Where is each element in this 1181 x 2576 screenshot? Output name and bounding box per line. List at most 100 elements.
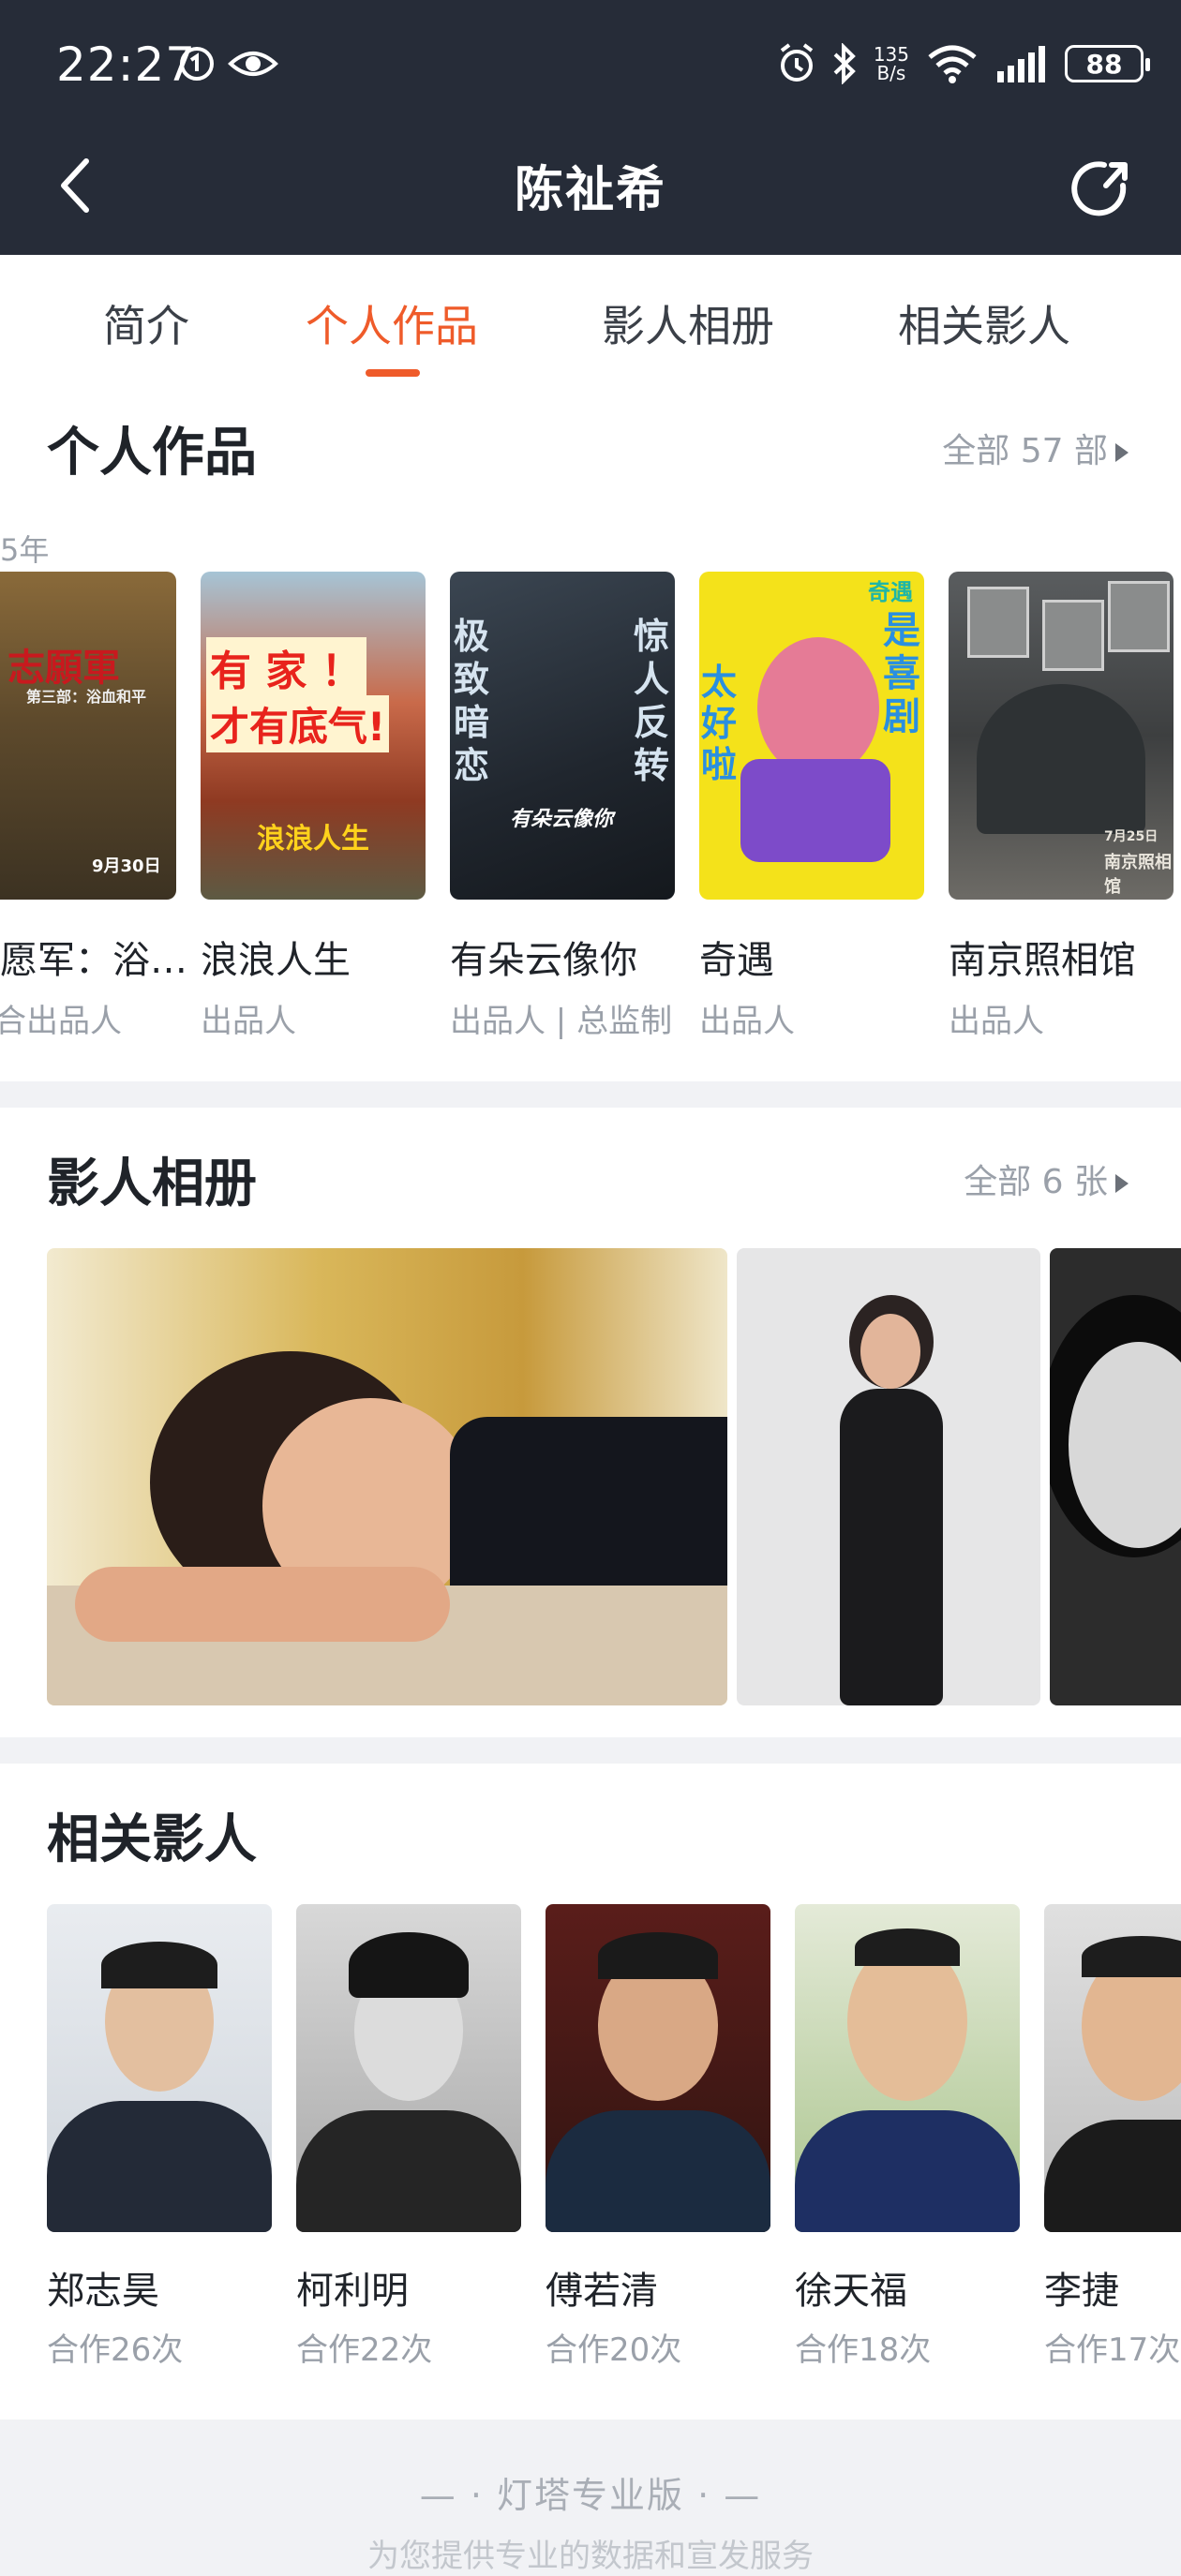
person-name-5[interactable]: 李捷 bbox=[1044, 2260, 1119, 2315]
album-photo-3[interactable] bbox=[1050, 1248, 1181, 1705]
work-title-1[interactable]: 愿军：浴… bbox=[0, 930, 187, 984]
poster-5-logo: 南京照相馆 bbox=[1104, 853, 1172, 897]
network-speed: 135 B/s bbox=[874, 45, 909, 82]
tab-bar: 简介 个人作品 影人相册 相关影人 bbox=[0, 255, 1181, 377]
status-time: 22:27 bbox=[56, 37, 197, 92]
bluetooth-icon bbox=[833, 43, 856, 84]
person-photo-3[interactable] bbox=[546, 1904, 770, 2232]
caret-right-icon bbox=[1115, 1174, 1129, 1193]
work-role-4: 出品人 bbox=[699, 1003, 795, 1040]
footer-brand: — · 灯塔专业版 · — bbox=[419, 2475, 762, 2516]
top-bar: 22:27 135 B/s 88 陈祉希 bbox=[0, 0, 1181, 255]
photo-1-arms bbox=[75, 1567, 450, 1642]
tab-works[interactable]: 个人作品 bbox=[306, 292, 478, 354]
poster-2-logo: 浪浪人生 bbox=[257, 823, 369, 856]
poster-2[interactable]: 有 家 ！ 才有底气! 浪浪人生 bbox=[201, 572, 426, 900]
signal-icon bbox=[997, 46, 1045, 82]
person-name-1[interactable]: 郑志昊 bbox=[47, 2260, 159, 2315]
person-3-suit bbox=[546, 2110, 770, 2232]
album-photo-1[interactable] bbox=[47, 1248, 727, 1705]
footer-brand-label: 灯塔专业版 bbox=[496, 2475, 684, 2516]
photo-2-dress bbox=[840, 1389, 943, 1705]
person-photo-2[interactable] bbox=[296, 1904, 521, 2232]
tab-album[interactable]: 影人相册 bbox=[602, 292, 774, 354]
share-button[interactable] bbox=[1069, 157, 1132, 225]
poster-3-left-text: 极致暗恋 bbox=[454, 616, 490, 786]
works-more-link[interactable]: 全部 57 部 bbox=[942, 424, 1129, 472]
person-name-4[interactable]: 徐天福 bbox=[795, 2260, 907, 2315]
work-title-3[interactable]: 有朵云像你 bbox=[450, 930, 637, 984]
work-title-5[interactable]: 南京照相馆 bbox=[949, 930, 1136, 984]
caret-right-icon bbox=[1115, 443, 1129, 462]
footer-subtitle: 为您提供专业的数据和宣发服务 bbox=[367, 2538, 814, 2575]
related-title: 相关影人 bbox=[47, 1809, 257, 1870]
status-left-icons bbox=[178, 45, 279, 82]
poster-3[interactable]: 极致暗恋 惊人反转 有朵云像你 bbox=[450, 572, 675, 900]
speed-unit: B/s bbox=[876, 62, 906, 84]
eye-icon bbox=[228, 52, 278, 76]
poster-3-right-text: 惊人反转 bbox=[634, 616, 670, 786]
person-2-hair bbox=[349, 1932, 469, 1998]
works-section: 个人作品 全部 57 部 5年 志願軍 第三部：浴血和平 9月30日 愿军：浴…… bbox=[0, 377, 1181, 1081]
share-icon bbox=[1071, 161, 1128, 216]
person-count-2: 合作22次 bbox=[296, 2331, 433, 2369]
person-name-3[interactable]: 傅若清 bbox=[546, 2260, 658, 2315]
alarm-icon bbox=[780, 43, 814, 82]
person-photo-4[interactable] bbox=[795, 1904, 1020, 2232]
works-title: 个人作品 bbox=[47, 423, 257, 484]
poster-5-figures bbox=[977, 684, 1145, 834]
work-role-2: 出品人 bbox=[201, 1003, 296, 1040]
battery-indicator: 88 bbox=[1065, 45, 1150, 82]
poster-1-subtitle: 第三部：浴血和平 bbox=[26, 688, 147, 706]
poster-4-body bbox=[740, 759, 890, 862]
poster-5-frame-3 bbox=[1108, 581, 1170, 652]
person-3-hair bbox=[598, 1932, 718, 1979]
poster-1[interactable]: 志願軍 第三部：浴血和平 9月30日 bbox=[0, 572, 176, 900]
person-4-suit bbox=[795, 2110, 1020, 2232]
speed-value: 135 bbox=[873, 43, 909, 66]
person-1-suit bbox=[47, 2101, 272, 2232]
person-5-hair bbox=[1082, 1936, 1181, 1977]
active-tab-indicator bbox=[366, 369, 420, 377]
work-role-3: 出品人 | 总监制 bbox=[450, 1003, 673, 1040]
person-photo-1[interactable] bbox=[47, 1904, 272, 2232]
poster-4-right-text: 是喜剧 bbox=[883, 609, 920, 738]
notification-icon bbox=[180, 47, 214, 81]
person-name-2[interactable]: 柯利明 bbox=[296, 2260, 409, 2315]
poster-3-logo: 有朵云像你 bbox=[510, 808, 614, 831]
album-photo-2[interactable] bbox=[737, 1248, 1040, 1705]
album-title: 影人相册 bbox=[47, 1154, 257, 1214]
tab-intro[interactable]: 简介 bbox=[103, 292, 189, 354]
poster-4[interactable]: 太好啦 是喜剧 奇遇 bbox=[699, 572, 924, 900]
poster-5-frame-1 bbox=[967, 587, 1029, 658]
year-label: 5年 bbox=[0, 532, 50, 568]
works-more-label: 全部 57 部 bbox=[942, 432, 1108, 470]
poster-4-logo: 奇遇 bbox=[868, 579, 913, 605]
poster-5[interactable]: 7月25日 南京照相馆 bbox=[949, 572, 1174, 900]
album-more-link[interactable]: 全部 6 张 bbox=[964, 1154, 1129, 1203]
photo-2-face bbox=[860, 1314, 920, 1389]
poster-4-face bbox=[757, 637, 879, 778]
person-count-3: 合作20次 bbox=[546, 2331, 682, 2369]
related-section: 相关影人 郑志昊 合作26次 柯利明 合作22次 傅若清 合作20次 徐天福 合… bbox=[0, 1764, 1181, 2420]
poster-4-left-text: 太好啦 bbox=[701, 662, 738, 785]
poster-5-date: 7月25日 bbox=[1104, 829, 1159, 844]
album-section: 影人相册 全部 6 张 bbox=[0, 1108, 1181, 1737]
person-photo-5[interactable] bbox=[1044, 1904, 1181, 2232]
status-right-icons: 135 B/s 88 bbox=[778, 43, 1150, 84]
page-title: 陈祉希 bbox=[514, 162, 666, 218]
album-more-label: 全部 6 张 bbox=[964, 1163, 1108, 1201]
poster-2-title: 有 家 ！ bbox=[206, 637, 366, 697]
poster-2-subtitle: 才有底气! bbox=[206, 695, 390, 752]
person-2-suit bbox=[296, 2110, 521, 2232]
work-title-2[interactable]: 浪浪人生 bbox=[201, 930, 351, 984]
person-1-hair bbox=[101, 1942, 217, 1988]
tab-related[interactable]: 相关影人 bbox=[898, 292, 1070, 354]
work-role-5: 出品人 bbox=[949, 1003, 1044, 1040]
wifi-icon bbox=[928, 45, 977, 83]
person-4-hair bbox=[855, 1928, 960, 1966]
work-title-4[interactable]: 奇遇 bbox=[699, 930, 774, 984]
person-count-5: 合作17次 bbox=[1044, 2331, 1181, 2369]
poster-1-date: 9月30日 bbox=[92, 856, 161, 876]
work-role-1: 合出品人 bbox=[0, 1003, 122, 1040]
